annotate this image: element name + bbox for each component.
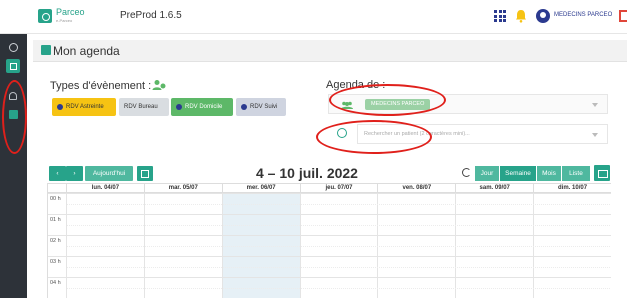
day-header[interactable]: mar. 05/07 [144, 184, 223, 193]
time-gutter-header [48, 184, 67, 193]
annotation-oval [316, 120, 432, 154]
hour-label: 04 h [50, 280, 61, 286]
grid-icon[interactable] [494, 10, 506, 22]
hour-line [48, 214, 611, 215]
logout-icon[interactable] [619, 10, 627, 22]
page-header: Mon agenda [33, 40, 627, 62]
top-bar: Parceo e-Parceo PreProd 1.6.5 MEDECINS P… [0, 0, 627, 34]
event-dot-icon [241, 104, 247, 110]
view-day-button[interactable]: Jour [475, 166, 499, 181]
day-header[interactable]: ven. 08/07 [378, 184, 457, 193]
hour-line [48, 277, 611, 278]
hour-label: 02 h [50, 238, 61, 244]
bell-icon[interactable] [515, 9, 527, 23]
half-hour-line [67, 203, 611, 205]
users-icon [152, 80, 166, 90]
logo-name[interactable]: Parceo [56, 8, 85, 17]
event-type-suivi[interactable]: RDV Suivi [236, 98, 286, 116]
view-list-button[interactable]: Liste [562, 166, 590, 181]
page-title: Mon agenda [53, 44, 120, 58]
refresh-icon[interactable] [462, 168, 471, 177]
print-button[interactable] [594, 165, 610, 181]
week-calendar-grid: lun. 04/07 mar. 05/07 mer. 06/07 jeu. 07/07… [47, 183, 611, 298]
event-type-domicile[interactable]: RDV Domicile [171, 98, 233, 116]
half-hour-line [67, 224, 611, 226]
day-header[interactable]: jeu. 07/07 [300, 184, 379, 193]
event-dot-icon [57, 104, 63, 110]
logo-subtitle: e-Parceo [56, 18, 73, 23]
hour-label: 00 h [50, 196, 61, 202]
hour-line [48, 193, 611, 194]
next-week-button[interactable]: › [66, 166, 83, 181]
sidebar [0, 34, 27, 298]
annotation-oval [2, 80, 27, 154]
event-type-bureau[interactable]: RDV Bureau [119, 98, 169, 116]
half-hour-line [67, 245, 611, 247]
calendar-range-title: 4 – 10 juil. 2022 [256, 165, 358, 181]
half-hour-line [67, 287, 611, 289]
user-circle-icon[interactable] [6, 40, 20, 54]
calendar-icon [41, 45, 51, 55]
dashboard-icon[interactable] [6, 59, 20, 73]
half-hour-line [67, 266, 611, 268]
date-picker-button[interactable] [137, 166, 153, 181]
hour-line [48, 235, 611, 236]
chevron-down-icon[interactable] [592, 133, 598, 137]
event-types-title: Types d'évènement : [50, 80, 152, 92]
hour-line [48, 256, 611, 257]
event-type-astreinte[interactable]: RDV Astreinte [52, 98, 116, 116]
hour-label: 03 h [50, 259, 61, 265]
user-name[interactable]: MEDECINS PARCEO [554, 12, 612, 18]
app-version: PreProd 1.6.5 [120, 10, 182, 21]
user-icon[interactable] [536, 9, 550, 23]
prev-week-button[interactable]: ‹ [49, 166, 66, 181]
day-header[interactable]: dim. 10/07 [534, 184, 611, 193]
parceo-logo-icon[interactable] [38, 9, 52, 23]
hour-label: 01 h [50, 217, 61, 223]
annotation-oval [329, 84, 446, 116]
day-header[interactable]: mer. 06/07 [222, 184, 301, 193]
today-button[interactable]: Aujourd'hui [85, 166, 133, 181]
view-month-button[interactable]: Mois [537, 166, 561, 181]
day-header[interactable]: sam. 09/07 [456, 184, 535, 193]
view-week-button[interactable]: Semaine [500, 166, 536, 181]
event-dot-icon [176, 104, 182, 110]
day-header[interactable]: lun. 04/07 [67, 184, 145, 193]
chevron-down-icon[interactable] [592, 103, 598, 107]
